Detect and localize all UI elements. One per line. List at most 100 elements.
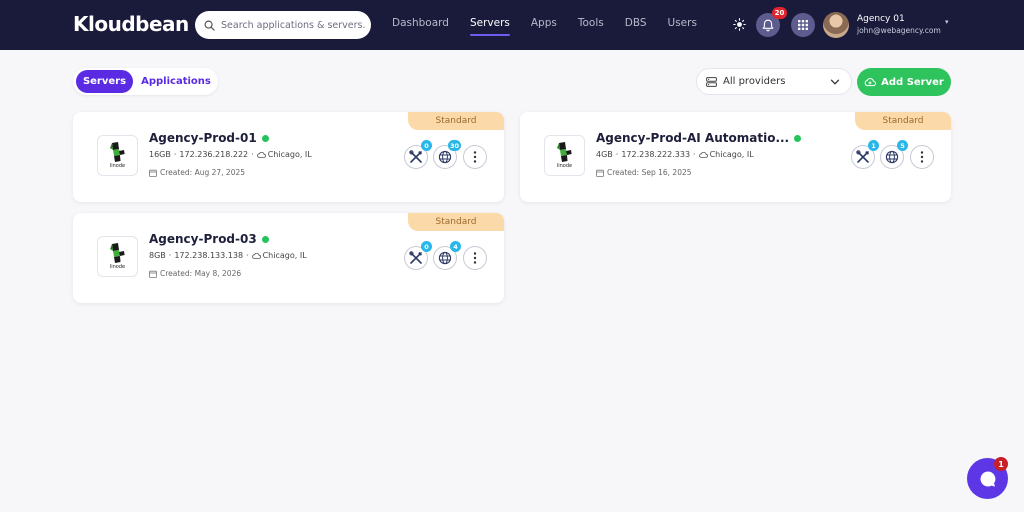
server-card[interactable]: Standard linode Agency-Prod-03 8GB · 172…	[73, 213, 504, 303]
server-created: Created: Sep 16, 2025	[596, 168, 692, 177]
tools-icon	[856, 150, 869, 163]
meta-separator: ·	[251, 150, 254, 159]
cloud-icon	[256, 151, 266, 158]
sites-button[interactable]: 5	[880, 140, 908, 169]
chat-unread-badge: 1	[994, 457, 1008, 471]
server-location: Chicago, IL	[267, 150, 312, 159]
calendar-icon	[596, 169, 604, 177]
tools-button[interactable]: 1	[851, 140, 879, 169]
sites-count-badge: 5	[897, 140, 908, 151]
nav-users[interactable]: Users	[668, 17, 697, 29]
search-input[interactable]	[221, 19, 366, 31]
tools-button[interactable]: 0	[404, 241, 432, 270]
user-avatar[interactable]	[823, 12, 849, 38]
cloud-plus-icon	[864, 78, 877, 87]
add-server-label: Add Server	[881, 76, 944, 88]
more-options-button[interactable]	[463, 145, 487, 169]
plan-badge: Standard	[855, 112, 951, 130]
tools-count-badge: 0	[421, 241, 432, 252]
server-location: Chicago, IL	[709, 150, 754, 159]
linode-logo-icon	[109, 243, 125, 263]
sites-button[interactable]: 30	[433, 140, 461, 169]
server-specs: 16GB · 172.236.218.222 · Chicago, IL	[149, 150, 312, 159]
tools-icon	[409, 251, 422, 264]
status-online-dot	[261, 235, 269, 243]
tools-count-badge: 1	[868, 140, 879, 151]
chat-bubble-icon	[980, 471, 995, 487]
tools-button[interactable]: 0	[404, 140, 432, 169]
server-specs: 4GB · 172.238.222.333 · Chicago, IL	[596, 150, 754, 159]
servers-toggle-button[interactable]: Servers	[76, 70, 133, 93]
add-server-button[interactable]: Add Server	[857, 68, 951, 96]
server-stack-icon	[706, 76, 717, 87]
provider-logo: linode	[97, 135, 138, 176]
apps-grid-button[interactable]	[791, 13, 815, 37]
server-location: Chicago, IL	[262, 251, 307, 260]
linode-logo-icon	[109, 142, 125, 162]
provider-logo-text: linode	[109, 163, 126, 169]
provider-logo: linode	[544, 135, 585, 176]
provider-logo-text: linode	[109, 264, 126, 270]
created-date: Created: May 8, 2026	[160, 269, 242, 278]
server-created: Created: Aug 27, 2025	[149, 168, 245, 177]
search-icon	[204, 20, 215, 31]
brand-logo[interactable]: Kloudbean	[73, 12, 189, 36]
server-card[interactable]: Standard linode Agency-Prod-AI Automatio…	[520, 112, 951, 202]
server-ram: 8GB	[149, 251, 166, 260]
server-created: Created: May 8, 2026	[149, 269, 241, 278]
main-nav: Dashboard Servers Apps Tools DBS Users	[392, 17, 718, 36]
status-online-dot	[261, 134, 269, 142]
server-ip: 172.238.133.138	[174, 251, 244, 260]
sites-count-badge: 30	[447, 140, 461, 151]
sites-button[interactable]: 4	[433, 241, 461, 270]
nav-dbs[interactable]: DBS	[625, 17, 647, 29]
more-options-button[interactable]	[910, 145, 934, 169]
nav-tools[interactable]: Tools	[578, 17, 604, 29]
account-name[interactable]: Agency 01	[857, 14, 905, 24]
applications-toggle-button[interactable]: Applications	[137, 70, 215, 93]
nav-apps[interactable]: Apps	[531, 17, 557, 29]
providers-dropdown-label: All providers	[723, 76, 786, 87]
meta-separator: ·	[168, 251, 172, 260]
server-ram: 16GB	[149, 150, 171, 159]
plan-badge: Standard	[408, 112, 504, 130]
top-navbar: Kloudbean Dashboard Servers Apps Tools D…	[0, 0, 1024, 50]
sun-icon[interactable]	[733, 18, 746, 31]
server-name-link[interactable]: Agency-Prod-01	[149, 131, 269, 145]
providers-dropdown[interactable]: All providers	[696, 68, 852, 95]
calendar-icon	[149, 169, 157, 177]
calendar-icon	[149, 270, 157, 278]
meta-separator: ·	[173, 150, 177, 159]
server-name-link[interactable]: Agency-Prod-AI Automatio...	[596, 131, 802, 145]
server-name-link[interactable]: Agency-Prod-03	[149, 232, 269, 246]
server-ram: 4GB	[596, 150, 613, 159]
tools-count-badge: 0	[421, 140, 432, 151]
status-online-dot	[794, 134, 802, 142]
bell-icon	[762, 19, 774, 31]
server-name: Agency-Prod-AI Automatio...	[596, 131, 790, 145]
view-toggle: Servers Applications	[73, 68, 218, 95]
tools-icon	[409, 150, 422, 163]
globe-icon	[885, 150, 899, 164]
provider-logo-text: linode	[556, 163, 573, 169]
account-caret-icon[interactable]: ▾	[945, 18, 949, 26]
meta-separator: ·	[693, 150, 696, 159]
server-name: Agency-Prod-03	[149, 232, 257, 246]
meta-separator: ·	[615, 150, 619, 159]
server-ip: 172.236.218.222	[179, 150, 249, 159]
server-card[interactable]: Standard linode Agency-Prod-01 16GB · 17…	[73, 112, 504, 202]
grid-icon	[798, 20, 808, 30]
plan-badge: Standard	[408, 213, 504, 231]
linode-logo-icon	[556, 142, 572, 162]
search-box[interactable]	[195, 11, 371, 39]
server-ip: 172.238.222.333	[621, 150, 691, 159]
provider-logo: linode	[97, 236, 138, 277]
notifications-count-badge: 20	[772, 7, 787, 19]
more-vertical-icon	[473, 252, 477, 264]
nav-servers[interactable]: Servers	[469, 17, 510, 36]
globe-icon	[438, 150, 452, 164]
more-vertical-icon	[920, 151, 924, 163]
created-date: Created: Aug 27, 2025	[160, 168, 246, 177]
more-options-button[interactable]	[463, 246, 487, 270]
nav-dashboard[interactable]: Dashboard	[392, 17, 449, 29]
